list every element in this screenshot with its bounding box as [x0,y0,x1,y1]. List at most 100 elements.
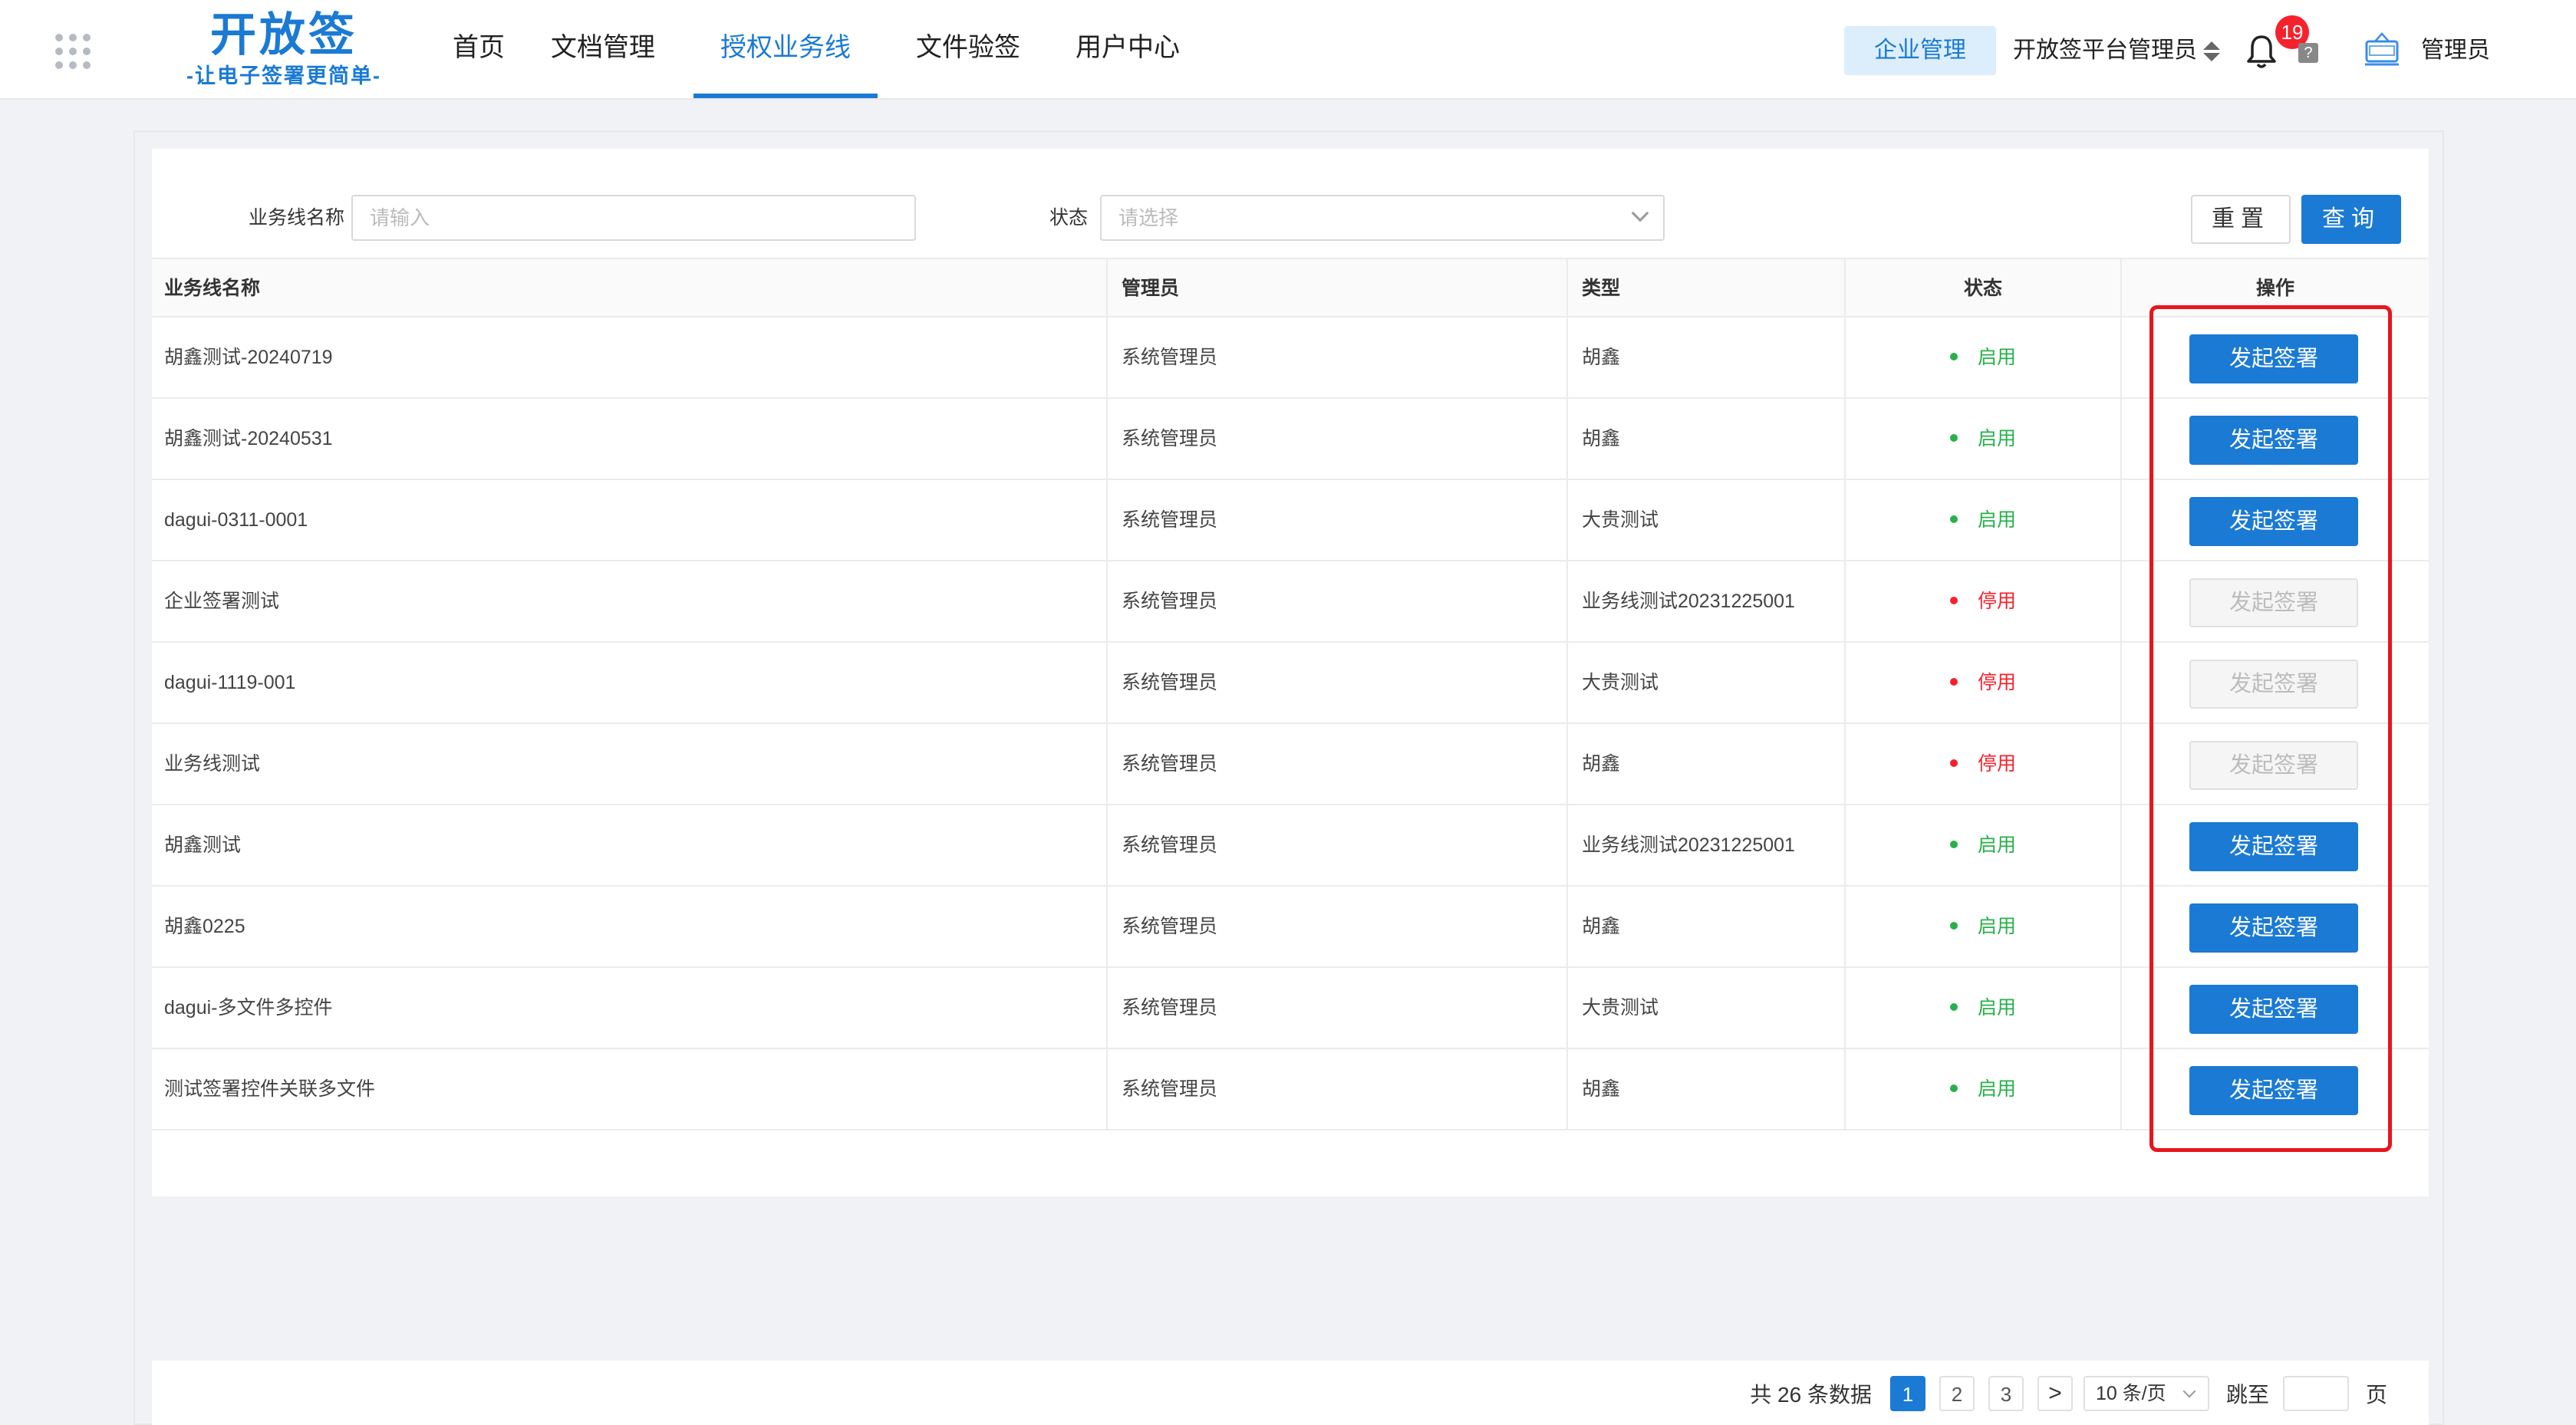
col-type-header: 类型 [1568,259,1846,316]
status-dot-icon [1949,841,1958,849]
status-select-placeholder: 请选择 [1118,206,1179,229]
status-dot-icon [1949,515,1958,524]
cell-admin: 系统管理员 [1108,1049,1568,1129]
table-row: dagui-0311-0001 系统管理员 大贵测试 启用 发起签署 [152,480,2429,561]
cell-type: 大贵测试 [1568,480,1846,560]
col-status-header: 状态 [1846,259,2122,316]
cell-name: 胡鑫测试 [152,805,1108,885]
page-1-button[interactable]: 1 [1889,1376,1925,1411]
cell-type: 胡鑫 [1568,318,1846,397]
status-filter-select[interactable]: 请选择 [1100,195,1665,241]
cell-type: 业务线测试20231225001 [1568,805,1846,885]
cell-name: 测试签署控件关联多文件 [152,1049,1108,1129]
table-row: dagui-多文件多控件 系统管理员 大贵测试 启用 发起签署 [152,968,2429,1049]
table-row: 企业签署测试 系统管理员 业务线测试20231225001 停用 发起签署 [152,561,2429,643]
table-row: 胡鑫测试-20240531 系统管理员 胡鑫 启用 发起签署 [152,399,2429,480]
status-text: 停用 [1977,753,2016,775]
account-switcher[interactable]: 开放签平台管理员 [2013,26,2220,75]
name-filter-input[interactable]: 请输入 [351,195,916,241]
table-header: 业务线名称 管理员 类型 状态 操作 [152,258,2429,318]
page-2-button[interactable]: 2 [1939,1376,1975,1411]
business-line-table: 业务线名称 管理员 类型 状态 操作 胡鑫测试-20240719 系统管理员 胡鑫启… [152,258,2429,1130]
cell-status: 启用 [1846,805,2122,885]
cell-status: 启用 [1846,968,2122,1048]
col-name-header: 业务线名称 [152,259,1108,316]
sort-arrows-icon [2203,40,2220,63]
cell-action: 发起签署 [2122,480,2429,560]
pagination-bar: 共 26 条数据 1 2 3 > 10 条/页 跳至 页 [152,1361,2429,1425]
start-signing-button[interactable]: 发起签署 [2189,903,2358,953]
cell-status: 停用 [1846,724,2122,804]
status-text: 停用 [1977,591,2016,612]
cell-status: 停用 [1846,643,2122,722]
status-text: 启用 [1977,916,2016,937]
table-row: 胡鑫0225 系统管理员 胡鑫 启用 发起签署 [152,887,2429,968]
cell-status: 启用 [1846,887,2122,966]
query-button[interactable]: 查询 [2301,195,2401,244]
cell-name: dagui-多文件多控件 [152,968,1108,1048]
reset-button[interactable]: 重置 [2191,195,2291,244]
nav-documents[interactable]: 文档管理 [528,0,678,98]
cell-status: 停用 [1846,561,2122,641]
cell-action: 发起签署 [2122,561,2429,641]
business-line-card: 业务线名称 请输入 状态 请选择 重置 查询 业务线名称 管理员 类型 状态 操… [152,149,2429,1196]
cell-name: dagui-1119-001 [152,643,1108,722]
next-page-icon[interactable]: > [2037,1376,2073,1411]
status-dot-icon [1949,434,1958,443]
account-name: 开放签平台管理员 [2013,38,2197,63]
table-row: 业务线测试 系统管理员 胡鑫 停用 发起签署 [152,724,2429,805]
nav-home[interactable]: 首页 [430,0,528,98]
start-signing-button[interactable]: 发起签署 [2189,334,2358,383]
cell-action: 发起签署 [2122,724,2429,804]
help-icon[interactable]: ? [2298,43,2318,63]
table-row: 胡鑫测试-20240719 系统管理员 胡鑫 启用 发起签署 [152,318,2429,399]
cell-admin: 系统管理员 [1108,887,1568,966]
cell-action: 发起签署 [2122,318,2429,397]
status-text: 启用 [1977,1078,2016,1100]
cell-type: 胡鑫 [1568,399,1846,479]
start-signing-button[interactable]: 发起签署 [2189,1066,2358,1115]
page-3-button[interactable]: 3 [1988,1376,2024,1411]
status-text: 停用 [1977,672,2016,693]
status-dot-icon [1949,1003,1958,1012]
main-nav: 首页 文档管理 授权业务线 文件验签 用户中心 [430,0,1203,98]
status-text: 启用 [1977,997,2016,1019]
bell-icon[interactable] [2245,34,2278,69]
cell-admin: 系统管理员 [1108,480,1568,560]
cell-action: 发起签署 [2122,805,2429,885]
col-admin-header: 管理员 [1108,259,1568,316]
app-grid-icon[interactable] [55,34,91,69]
start-signing-button[interactable]: 发起签署 [2189,822,2358,871]
cell-admin: 系统管理员 [1108,399,1568,479]
cell-name: 业务线测试 [152,724,1108,804]
chevron-down-icon [1631,204,1649,222]
cell-type: 大贵测试 [1568,643,1846,722]
page-size-value: 10 条/页 [2095,1383,2166,1404]
cell-action: 发起签署 [2122,887,2429,966]
col-action-header: 操作 [2255,278,2294,299]
status-text: 启用 [1977,509,2016,531]
cell-type: 胡鑫 [1568,887,1846,966]
page-size-select[interactable]: 10 条/页 [2083,1376,2209,1411]
nav-business-lines[interactable]: 授权业务线 [693,0,878,98]
status-dot-icon [1949,922,1958,930]
cell-admin: 系统管理员 [1108,805,1568,885]
nav-user-center[interactable]: 用户中心 [1052,0,1203,98]
cell-name: 胡鑫测试-20240719 [152,318,1108,397]
start-signing-button[interactable]: 发起签署 [2189,985,2358,1034]
logo[interactable]: 开放签 -让电子签署更简单- [150,6,418,92]
status-filter-label: 状态 [1049,207,1089,229]
name-filter-label: 业务线名称 [249,207,345,229]
cell-action: 发起签署 [2122,968,2429,1048]
start-signing-button[interactable]: 发起签署 [2189,416,2358,465]
start-signing-button[interactable]: 发起签署 [2189,497,2358,546]
cell-status: 启用 [1846,318,2122,397]
table-row: 胡鑫测试 系统管理员 业务线测试20231225001 启用 发起签署 [152,805,2429,887]
nav-verify[interactable]: 文件验签 [893,0,1043,98]
cell-name: dagui-0311-0001 [152,480,1108,560]
avatar[interactable] [2363,31,2401,69]
jump-page-input[interactable] [2282,1376,2349,1411]
admin-name[interactable]: 管理员 [2421,26,2490,75]
enterprise-management-button[interactable]: 企业管理 [1844,26,1996,75]
status-dot-icon [1949,597,1958,605]
